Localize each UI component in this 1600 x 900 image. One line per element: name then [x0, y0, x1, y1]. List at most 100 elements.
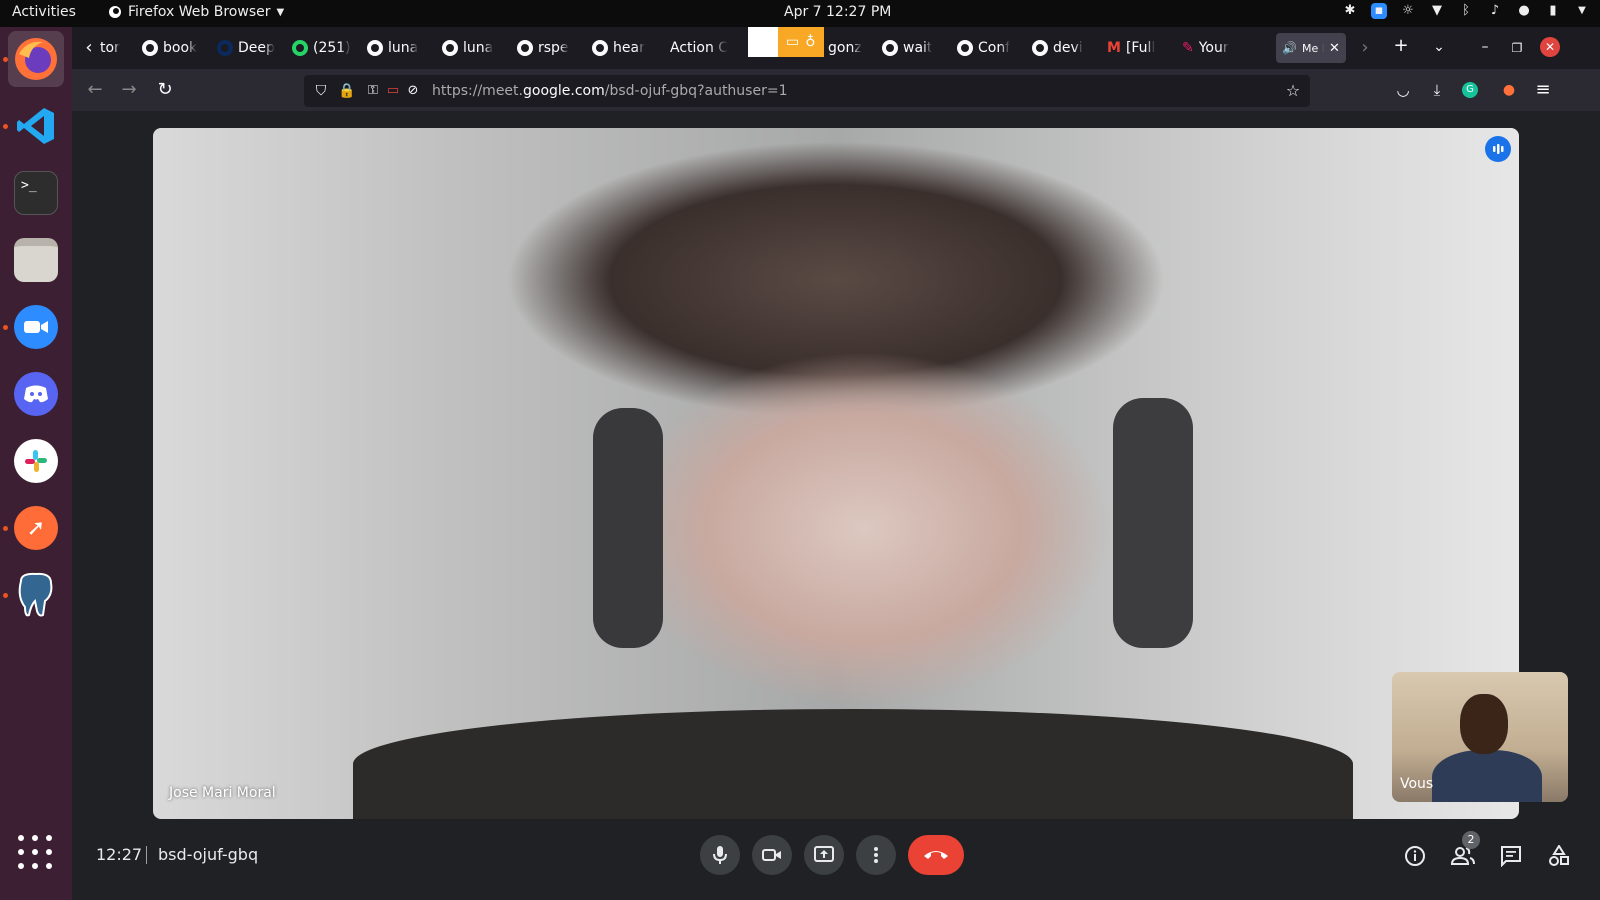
firefox-icon	[15, 38, 57, 80]
tracking-blocked-icon[interactable]: ⊘	[402, 80, 424, 102]
tab[interactable]: book	[142, 33, 214, 63]
tab-label: hear	[613, 40, 645, 56]
tab[interactable]: wait	[882, 33, 954, 63]
grammarly-extension-icon[interactable]: G	[1462, 82, 1478, 98]
tab-label: [Full	[1125, 40, 1156, 56]
self-view-tile[interactable]: Vous	[1392, 672, 1568, 802]
meeting-code[interactable]: bsd-ojuf-gbq	[158, 845, 258, 864]
show-applications-grid-icon[interactable]	[18, 835, 54, 871]
zoom-tray-icon[interactable]: ▪	[1371, 3, 1387, 19]
info-icon	[1405, 846, 1425, 866]
slack-tray-icon[interactable]: ✱	[1342, 3, 1358, 19]
tab-label: gonz	[828, 40, 862, 56]
tab[interactable]: ✎ Your	[1182, 33, 1252, 63]
deepl-icon	[217, 40, 233, 56]
close-tab-icon[interactable]: ✕	[1329, 41, 1340, 56]
firefox-small-icon	[109, 6, 121, 18]
show-everyone-button[interactable]: 2	[1450, 831, 1480, 869]
pocket-icon[interactable]: ◡	[1392, 79, 1414, 101]
dock-postman[interactable]: ➚	[3, 500, 64, 556]
tab[interactable]: Conf	[957, 33, 1029, 63]
sharing-indicator[interactable]: ▭ ♁	[748, 27, 824, 57]
microphone-toggle-button[interactable]	[700, 835, 740, 875]
tab[interactable]: (251)	[292, 33, 364, 63]
forward-arrow-icon[interactable]: →	[118, 79, 140, 101]
dock-zoom[interactable]	[3, 299, 64, 355]
tab-active-meet[interactable]: 🔊 Me PL ✕	[1276, 33, 1346, 63]
meeting-time: 12:27	[96, 845, 143, 864]
hamburger-menu-icon[interactable]: ≡	[1532, 79, 1554, 101]
tab-bar: ‹ tor book Deep (251) luna luna rspe hea…	[72, 27, 1600, 69]
list-tabs-chevron-icon[interactable]: ⌄	[1428, 36, 1450, 58]
minimize-window-icon[interactable]: –	[1474, 36, 1496, 58]
dock-files[interactable]	[8, 232, 64, 288]
new-tab-icon[interactable]: +	[1390, 35, 1412, 57]
camera-toggle-button[interactable]	[752, 835, 792, 875]
dock-slack[interactable]	[8, 433, 64, 489]
dock-firefox[interactable]	[3, 31, 64, 87]
activities-button[interactable]: Activities	[12, 4, 76, 20]
wifi-icon[interactable]: ▼	[1429, 3, 1445, 19]
meeting-details-button[interactable]	[1402, 843, 1428, 869]
leave-call-button[interactable]	[908, 835, 964, 875]
headphone-right	[1113, 398, 1193, 648]
tab[interactable]: rspe	[517, 33, 589, 63]
github-icon	[142, 40, 158, 56]
dock-pgadmin[interactable]	[3, 567, 64, 623]
permissions-icon[interactable]: ⚿	[362, 80, 384, 102]
dock-discord[interactable]	[8, 366, 64, 422]
meet-control-bar: 12:27 bsd-ojuf-gbq 2	[72, 819, 1600, 900]
system-tray[interactable]: ✱ ▪ ☼ ▼ ᛒ ♪ ● ▮ ▼	[1342, 3, 1590, 19]
tab[interactable]: Action C	[670, 33, 740, 63]
self-body	[1432, 750, 1542, 802]
app-menu[interactable]: Firefox Web Browser ▼	[108, 4, 284, 20]
main-participant-video[interactable]: Jose Mari Moral	[153, 128, 1519, 819]
tab[interactable]: tor	[100, 33, 140, 63]
tab-label: Your	[1198, 40, 1229, 56]
tab[interactable]: M [Full	[1107, 33, 1179, 63]
sharing-indicator-tab-icon	[748, 27, 778, 57]
system-menu-chevron-icon[interactable]: ▼	[1574, 3, 1590, 19]
reload-icon[interactable]: ↻	[154, 79, 176, 101]
tab[interactable]: luna	[367, 33, 439, 63]
present-screen-button[interactable]	[804, 835, 844, 875]
tab[interactable]: Deep	[217, 33, 289, 63]
url-path: /bsd-ojuf-gbq?authuser=1	[604, 83, 788, 99]
activities-button[interactable]	[1546, 843, 1572, 869]
more-vert-icon	[874, 847, 878, 863]
terminal-icon: >_	[14, 171, 58, 215]
bluetooth-icon[interactable]: ᛒ	[1458, 3, 1474, 19]
back-arrow-icon[interactable]: ←	[84, 79, 106, 101]
github-icon	[592, 40, 608, 56]
extension-icon[interactable]: ●	[1498, 79, 1520, 101]
microphone-icon[interactable]: ●	[1516, 3, 1532, 19]
url-bar[interactable]: ⛉ 🔒 ⚿ ▭ ⊘ https://meet.google.com/bsd-oj…	[304, 75, 1310, 107]
camera-permission-icon[interactable]: ▭	[382, 80, 404, 102]
clock[interactable]: Apr 7 12:27 PM	[784, 4, 891, 20]
bookmark-star-icon[interactable]: ☆	[1282, 80, 1304, 102]
tab[interactable]: gonz	[828, 33, 872, 63]
lock-icon[interactable]: 🔒	[336, 80, 358, 102]
brightness-icon[interactable]: ☼	[1400, 3, 1416, 19]
maximize-window-icon[interactable]: ❐	[1506, 37, 1528, 59]
tab-scroll-right-icon[interactable]: ›	[1354, 37, 1376, 59]
app-icon: ✎	[1182, 40, 1194, 56]
tab[interactable]: luna	[442, 33, 514, 63]
app-name: Firefox Web Browser	[128, 4, 271, 20]
more-options-button[interactable]	[856, 835, 896, 875]
tab[interactable]: hear	[592, 33, 664, 63]
postman-icon: ➚	[14, 506, 58, 550]
battery-icon[interactable]: ▮	[1545, 3, 1561, 19]
dock-terminal[interactable]: >_	[8, 165, 64, 221]
tab[interactable]: devi	[1032, 33, 1104, 63]
shield-icon[interactable]: ⛉	[310, 80, 332, 102]
tab-scroll-left-icon[interactable]: ‹	[78, 37, 100, 59]
microphone-sharing-icon: ♁	[805, 34, 816, 50]
downloads-icon[interactable]: ⤓	[1426, 79, 1448, 101]
chat-button[interactable]	[1498, 843, 1524, 869]
shapes-icon	[1549, 845, 1569, 866]
close-window-icon[interactable]: ✕	[1540, 37, 1560, 57]
dock-vscode[interactable]	[3, 98, 64, 154]
volume-icon[interactable]: ♪	[1487, 3, 1503, 19]
tab-label: (251)	[313, 40, 351, 56]
